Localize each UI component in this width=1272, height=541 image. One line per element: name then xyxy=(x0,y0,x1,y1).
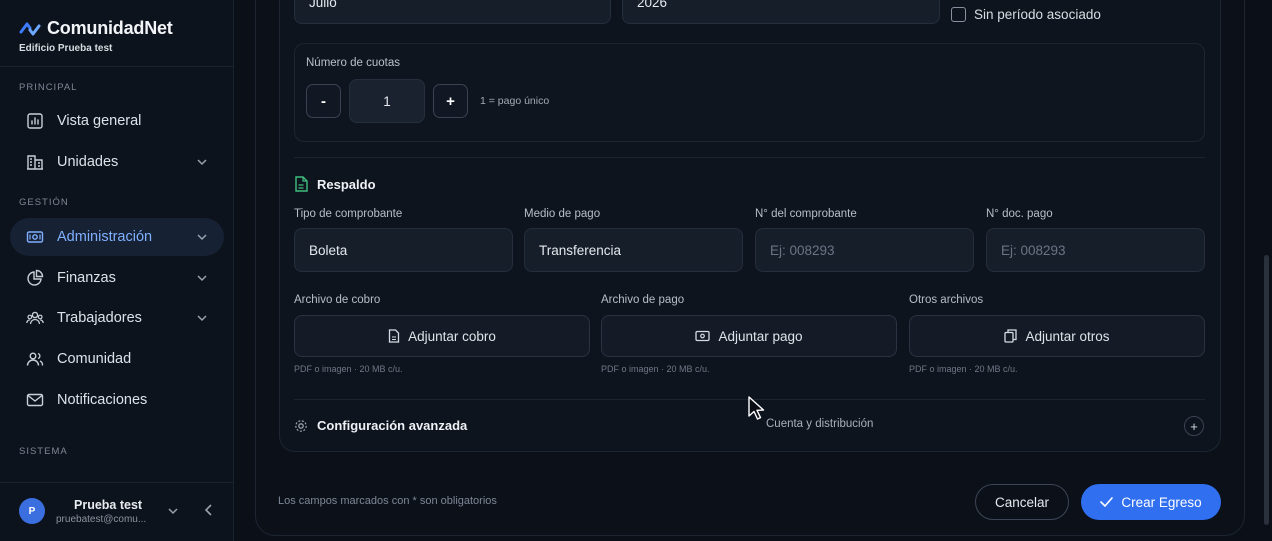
users-icon xyxy=(25,308,45,328)
increment-button[interactable]: + xyxy=(433,84,468,118)
sidebar-item-unidades[interactable]: Unidades xyxy=(10,143,224,181)
sidebar-item-label: Trabajadores xyxy=(57,310,142,326)
sidebar-item-label: Unidades xyxy=(57,154,119,170)
attach-charge-button[interactable]: Adjuntar cobro xyxy=(294,315,590,357)
app: ComunidadNet Edificio Prueba test PRINCI… xyxy=(0,0,1272,541)
people-icon xyxy=(25,349,45,369)
sidebar: ComunidadNet Edificio Prueba test PRINCI… xyxy=(0,0,234,541)
decrement-button[interactable]: - xyxy=(306,84,341,118)
chevron-down-icon xyxy=(197,159,207,166)
building-name: Edificio Prueba test xyxy=(19,43,113,54)
money-icon xyxy=(25,227,45,247)
user-menu[interactable]: P Prueba test pruebatest@comu... xyxy=(19,494,219,530)
payment-method-select[interactable]: Transferencia xyxy=(524,228,743,272)
sidebar-item-label: Finanzas xyxy=(57,270,116,286)
attach-other-button[interactable]: Adjuntar otros xyxy=(909,315,1205,357)
button-label: Adjuntar cobro xyxy=(408,328,496,344)
brand-name: ComunidadNet xyxy=(47,18,173,38)
button-label: Adjuntar otros xyxy=(1025,328,1110,344)
divider xyxy=(0,482,234,483)
backup-header: Respaldo xyxy=(294,176,376,192)
cash-icon xyxy=(695,330,711,342)
no-period-label: Sin período asociado xyxy=(974,7,1101,22)
quotas-hint: 1 = pago único xyxy=(480,95,550,107)
divider xyxy=(0,66,234,67)
backup-title: Respaldo xyxy=(317,176,376,192)
upload-hint: PDF o imagen · 20 MB c/u. xyxy=(909,364,1018,374)
sidebar-item-label: Comunidad xyxy=(57,351,132,367)
scrollbar[interactable] xyxy=(1264,255,1269,525)
sidebar-item-label: Administración xyxy=(57,229,153,245)
upload-label: Archivo de pago xyxy=(601,294,685,306)
section-label-principal: PRINCIPAL xyxy=(19,82,78,93)
logo-icon xyxy=(19,22,41,35)
advanced-config-toggle[interactable]: Configuración avanzada xyxy=(294,418,467,433)
quotas-input[interactable]: 1 xyxy=(349,79,425,123)
upload-label: Otros archivos xyxy=(909,294,984,306)
sidebar-item-administracion[interactable]: Administración xyxy=(10,218,224,256)
month-select[interactable]: Julio xyxy=(294,0,611,24)
payment-doc-input[interactable]: Ej: 008293 xyxy=(986,228,1205,272)
required-fields-note: Los campos marcados con * son obligatori… xyxy=(278,495,497,507)
payment-method-label: Medio de pago xyxy=(524,208,601,220)
divider xyxy=(294,157,1205,158)
gear-icon xyxy=(295,419,307,432)
advanced-subtitle: Cuenta y distribución xyxy=(766,418,874,430)
sidebar-item-comunidad[interactable]: Comunidad xyxy=(10,340,224,378)
expand-icon[interactable]: + xyxy=(1184,416,1204,436)
collapse-sidebar-icon[interactable] xyxy=(203,503,215,517)
sidebar-item-label: Notificaciones xyxy=(57,392,148,408)
create-expense-button[interactable]: Crear Egreso xyxy=(1081,484,1221,520)
sidebar-item-finanzas[interactable]: Finanzas xyxy=(10,259,224,297)
button-label: Adjuntar pago xyxy=(718,328,803,344)
chevron-down-icon xyxy=(197,315,207,322)
brand[interactable]: ComunidadNet xyxy=(19,18,173,39)
mail-icon xyxy=(25,390,45,410)
section-label-gestion: GESTIÓN xyxy=(19,197,69,208)
pie-chart-icon xyxy=(25,268,45,288)
sidebar-item-notificaciones[interactable]: Notificaciones xyxy=(10,381,224,419)
chevron-down-icon xyxy=(168,508,178,515)
mouse-cursor-icon xyxy=(748,396,765,420)
chevron-down-icon xyxy=(197,234,207,241)
user-name: Prueba test xyxy=(74,498,143,512)
upload-hint: PDF o imagen · 20 MB c/u. xyxy=(601,364,710,374)
files-icon xyxy=(1004,329,1018,343)
avatar: P xyxy=(19,498,45,524)
advanced-title: Configuración avanzada xyxy=(317,418,468,433)
voucher-type-label: Tipo de comprobante xyxy=(294,208,403,220)
voucher-number-label: N° del comprobante xyxy=(755,208,857,220)
chevron-down-icon xyxy=(197,275,207,282)
sidebar-item-vista-general[interactable]: Vista general xyxy=(10,102,224,140)
checkbox-box[interactable] xyxy=(951,7,966,22)
button-label: Crear Egreso xyxy=(1121,494,1202,510)
chart-icon xyxy=(25,111,45,131)
upload-label: Archivo de cobro xyxy=(294,294,381,306)
quotas-title: Número de cuotas xyxy=(306,57,400,69)
document-icon xyxy=(295,176,308,192)
voucher-type-select[interactable]: Boleta xyxy=(294,228,513,272)
attach-payment-button[interactable]: Adjuntar pago xyxy=(601,315,897,357)
check-icon xyxy=(1100,497,1114,507)
year-select[interactable]: 2026 xyxy=(622,0,940,24)
user-email: pruebatest@comu... xyxy=(56,514,147,525)
building-icon xyxy=(25,152,45,172)
payment-doc-label: N° doc. pago xyxy=(986,208,1053,220)
sidebar-item-label: Vista general xyxy=(57,113,142,129)
cancel-button[interactable]: Cancelar xyxy=(975,484,1069,520)
sidebar-item-trabajadores[interactable]: Trabajadores xyxy=(10,299,224,337)
no-period-checkbox[interactable]: Sin período asociado xyxy=(951,7,1101,22)
quotas-section xyxy=(294,43,1205,142)
file-icon xyxy=(388,329,400,343)
section-label-sistema: SISTEMA xyxy=(19,446,68,457)
upload-hint: PDF o imagen · 20 MB c/u. xyxy=(294,364,403,374)
voucher-number-input[interactable]: Ej: 008293 xyxy=(755,228,974,272)
